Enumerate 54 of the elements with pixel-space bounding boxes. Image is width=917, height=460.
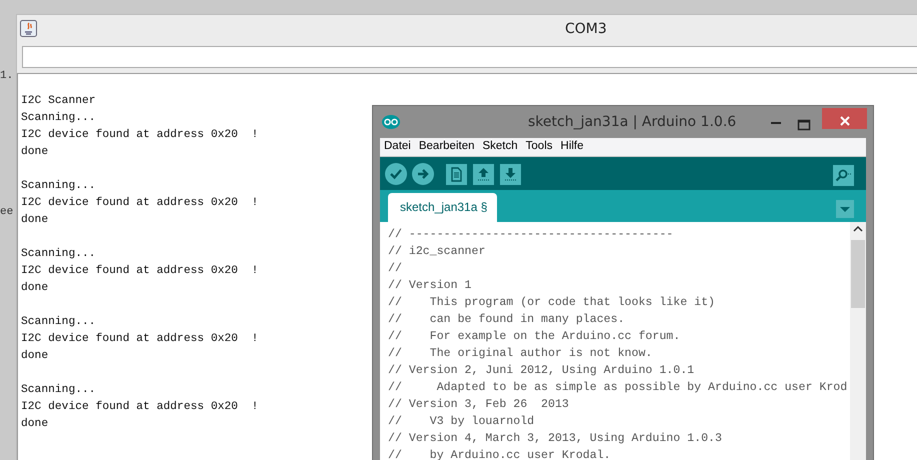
- output-line: done: [21, 348, 48, 364]
- output-line: Scanning...: [21, 178, 96, 194]
- code-line: // can be found in many places.: [388, 312, 625, 328]
- output-line: I2C device found at address 0x20 !: [21, 196, 258, 211]
- close-button[interactable]: [822, 108, 867, 129]
- arduino-logo-icon: [382, 115, 400, 129]
- output-line: I2C device found at address 0x20 !: [21, 128, 258, 143]
- output-line: Scanning...: [21, 246, 96, 262]
- output-line: done: [21, 280, 48, 296]
- code-line: // i2c_scanner: [388, 244, 486, 260]
- code-line: // Version 2, Juni 2012, Using Arduino 1.0.1: [388, 363, 694, 379]
- code-line: //: [388, 261, 402, 277]
- code-line: // Adapted to be as simple as possible by Arduino.cc user Krod: [388, 380, 848, 396]
- output-line: done: [21, 144, 48, 160]
- output-line: I2C device found at address 0x20 !: [21, 400, 258, 415]
- menu-item[interactable]: Hilfe: [560, 138, 584, 156]
- code-line: // Version 3, Feb 26 2013: [388, 397, 569, 413]
- app-icon[interactable]: [20, 20, 37, 36]
- code-line: // --------------------------------------: [388, 227, 674, 243]
- output-line: I2C device found at address 0x20 !: [21, 332, 258, 347]
- save-button[interactable]: [500, 162, 521, 186]
- minimize-icon: [771, 122, 781, 124]
- send-field[interactable]: [22, 46, 917, 68]
- verify-button[interactable]: [385, 162, 407, 186]
- upload-button[interactable]: [412, 162, 434, 186]
- code-line: // V3 by louarnold: [388, 414, 534, 430]
- open-button[interactable]: [473, 162, 494, 186]
- edge-text: ee: [0, 206, 14, 218]
- serial-monitor-button[interactable]: [833, 163, 854, 187]
- output-line: I2C Scanner: [21, 94, 96, 109]
- window-title: sketch_jan31a | Arduino 1.0.6: [528, 113, 736, 132]
- code-line: // The original author is not know.: [388, 346, 652, 362]
- new-button[interactable]: [446, 162, 467, 186]
- window-title: COM3: [565, 20, 607, 39]
- code-line: // Version 4, March 3, 2013, Using Arduino 1.0.3: [388, 431, 722, 447]
- close-icon: [838, 114, 850, 127]
- scrollbar[interactable]: [850, 222, 866, 460]
- menu-item[interactable]: Tools: [526, 138, 553, 156]
- code-line: // This program (or code that looks like it): [388, 295, 715, 311]
- menu-item[interactable]: Datei: [384, 138, 411, 156]
- edge-text: 1.: [0, 70, 14, 82]
- output-line: I2C device found at address 0x20 !: [21, 264, 258, 279]
- output-line: done: [21, 416, 48, 432]
- output-line: Scanning...: [21, 382, 96, 398]
- menu-item[interactable]: Sketch: [482, 138, 518, 156]
- output-line: done: [21, 212, 48, 228]
- output-line: Scanning...: [21, 110, 96, 126]
- code-line: // For example on the Arduino.cc forum.: [388, 329, 680, 345]
- scroll-thumb[interactable]: [851, 240, 865, 308]
- sketch-tab[interactable]: sketch_jan31a §: [388, 193, 498, 222]
- code-line: // Version 1: [388, 278, 472, 294]
- maximize-icon: [797, 118, 811, 132]
- output-line: Scanning...: [21, 314, 96, 330]
- menu-item[interactable]: Bearbeiten: [418, 138, 474, 156]
